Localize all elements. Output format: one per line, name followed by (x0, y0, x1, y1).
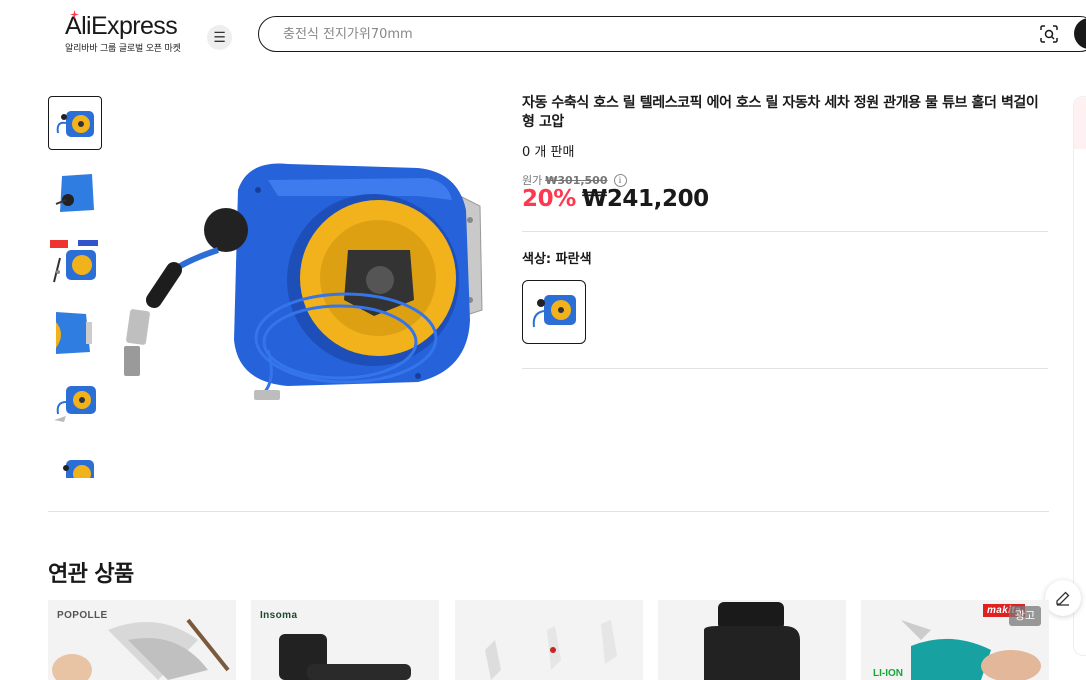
related-card[interactable] (658, 600, 846, 680)
thumbnail-5[interactable] (48, 376, 102, 430)
logo-subtitle: 알리바바 그룹 글로벌 오픈 마켓 (65, 44, 181, 54)
thumbnail-6[interactable] (48, 446, 102, 478)
price-row: 20% ₩241,200 (522, 186, 709, 212)
logo-star-icon (70, 10, 79, 19)
color-swatch-blue[interactable] (522, 280, 586, 344)
thumbnail-2[interactable] (48, 166, 102, 220)
thumbnail-3[interactable] (48, 236, 102, 290)
brand-label: POPOLLE (57, 610, 108, 621)
menu-button[interactable]: ☰ (207, 25, 232, 50)
search-input[interactable] (281, 23, 981, 45)
search-submit-button[interactable] (1074, 18, 1086, 49)
thumbnail-list (48, 96, 104, 478)
original-price: ₩301,500 (545, 173, 608, 187)
feedback-button[interactable] (1045, 580, 1081, 616)
discount-percent: 20% (522, 186, 576, 212)
related-products-title: 연관 상품 (48, 562, 134, 587)
color-label: 색상: 파란색 (522, 252, 592, 267)
divider (522, 231, 1048, 232)
side-panel (1073, 96, 1086, 656)
info-icon[interactable]: i (613, 173, 627, 187)
thumbnail-1[interactable] (48, 96, 102, 150)
section-divider (48, 511, 1049, 512)
logo-text: AliExpress (65, 12, 178, 40)
thumbnail-4[interactable] (48, 306, 102, 360)
ad-badge: 광고 (1009, 606, 1041, 626)
related-card[interactable]: POPOLLE (48, 600, 236, 680)
hamburger-icon: ☰ (213, 29, 226, 46)
aliexpress-logo[interactable]: AliExpress 알리바바 그룹 글로벌 오픈 마켓 (65, 10, 181, 54)
product-title: 자동 수축식 호스 릴 텔레스코픽 에어 호스 릴 자동차 세차 정원 관개용 … (522, 95, 1039, 130)
svg-text:LI-ION: LI-ION (873, 668, 903, 679)
pencil-icon (1056, 591, 1070, 606)
divider (522, 368, 1048, 369)
related-card[interactable]: Insoma (251, 600, 439, 680)
image-search-icon[interactable] (1039, 24, 1059, 44)
related-card[interactable] (455, 600, 643, 680)
search-bar (258, 16, 1086, 52)
brand-label: Insoma (260, 610, 298, 621)
main-product-image[interactable] (118, 150, 488, 410)
sale-price: ₩241,200 (581, 186, 709, 212)
sold-count: 0 개 판매 (522, 145, 575, 160)
